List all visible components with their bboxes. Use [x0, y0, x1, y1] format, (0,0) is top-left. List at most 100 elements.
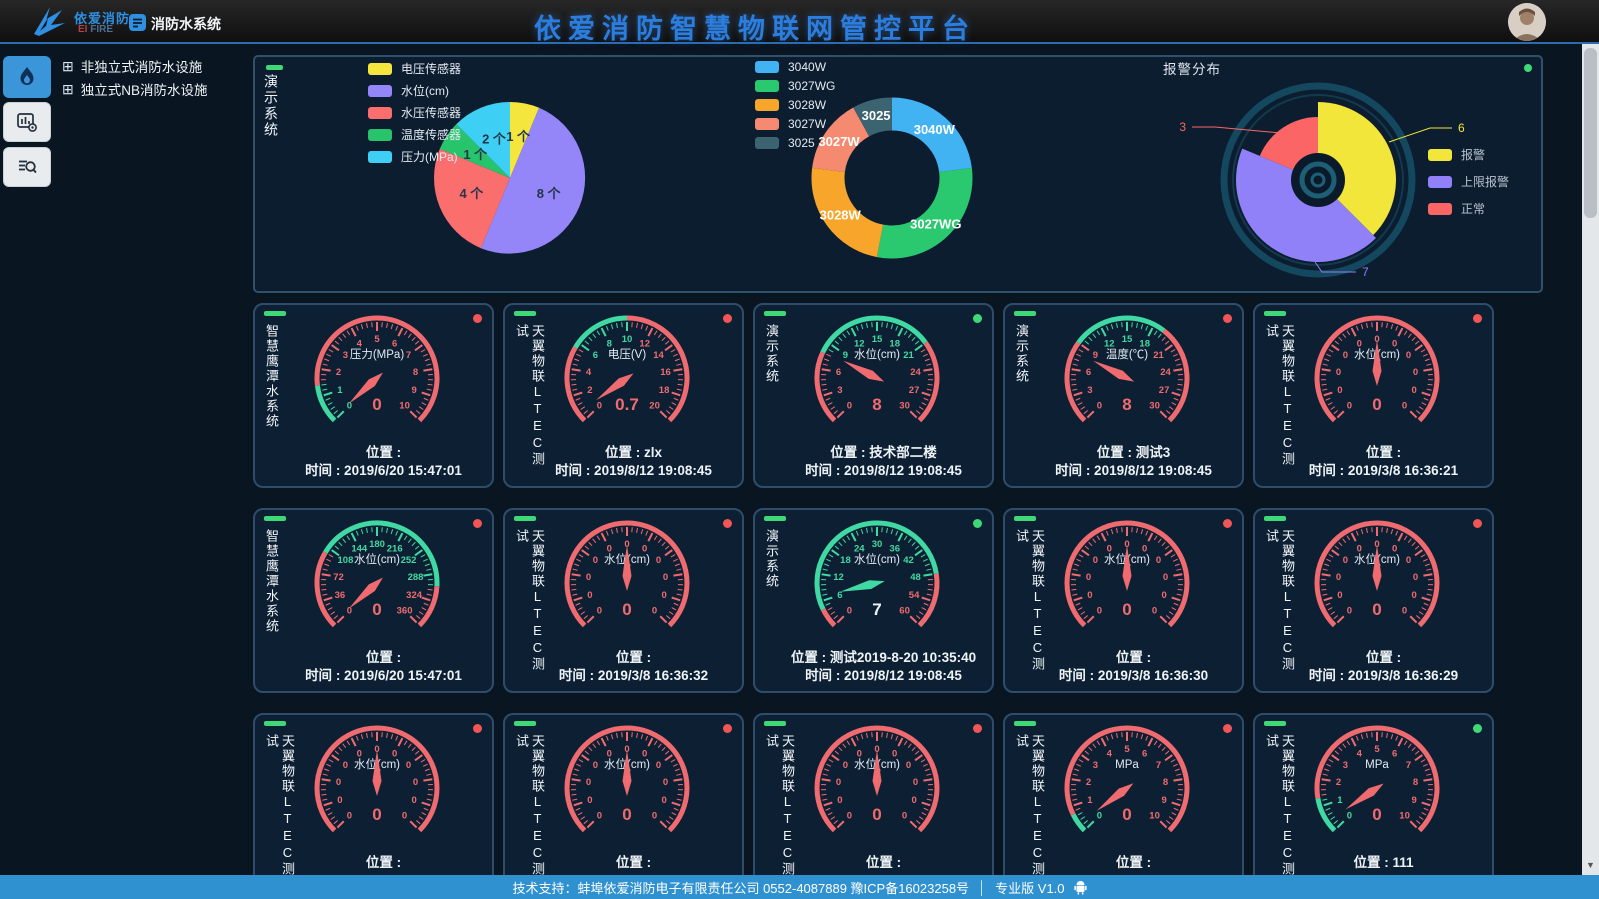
tree-item-2[interactable]: ⊞ 独立式NB消防水设施: [62, 79, 208, 99]
legend-item[interactable]: 上限报警: [1428, 173, 1509, 190]
expand-icon[interactable]: ⊞: [62, 81, 74, 98]
gauge-tick-label: 9: [843, 350, 848, 361]
user-avatar[interactable]: [1508, 3, 1546, 41]
gauge-tick-label: 0: [1107, 543, 1112, 554]
platform-title: 依爱消防智慧物联网管控平台: [420, 7, 1090, 46]
gauge-tick-label: 0: [1411, 590, 1416, 601]
device-card-2[interactable]: 天翼物联LTEC测试02468101214161820电压(V)0.7位置 : …: [503, 303, 744, 488]
device-card-9[interactable]: 天翼物联LTEC测试00000000000水位(cm)0位置 : 时间 : 20…: [1003, 508, 1244, 693]
card-location: 位置 :: [279, 441, 488, 461]
gauge-tick-label: 4: [586, 367, 592, 378]
expand-icon[interactable]: ⊞: [62, 58, 74, 75]
legend-chip: [368, 85, 392, 97]
tree-item-label: 独立式NB消防水设施: [81, 79, 208, 99]
device-card-11[interactable]: 天翼物联LTEC测试00000000000水位(cm)0位置 :: [253, 713, 494, 898]
gauge-title: 压力(MPa): [350, 348, 404, 361]
card-location: 位置 :: [1029, 646, 1238, 666]
legend-item[interactable]: 报警: [1428, 146, 1509, 163]
card-location: 位置 :: [529, 646, 738, 666]
gauge-tick-label: 0: [1413, 572, 1418, 583]
gauge-tick-label: 3: [1093, 760, 1098, 771]
legend-item[interactable]: 3040W: [755, 60, 835, 74]
donut-label: 3025: [862, 108, 891, 123]
gauge-tick-label: 0: [1347, 401, 1352, 412]
gauge-tick-label: 12: [833, 572, 844, 583]
gauge-tick-label: 54: [909, 590, 920, 601]
gauge-tick-label: 0: [597, 606, 602, 617]
legend-item[interactable]: 3025: [755, 136, 835, 150]
rose-legend: 报警上限报警正常: [1428, 146, 1509, 227]
device-card-7[interactable]: 天翼物联LTEC测试00000000000水位(cm)0位置 : 时间 : 20…: [503, 508, 744, 693]
gauge-tick-label: 0: [406, 760, 411, 771]
device-card-1[interactable]: 智慧鹰潭水系统012345678910压力(MPa)0位置 : 时间 : 201…: [253, 303, 494, 488]
device-card-12[interactable]: 天翼物联LTEC测试00000000000水位(cm)0位置 :: [503, 713, 744, 898]
device-card-8[interactable]: 演示系统06121824303642485460水位(cm)7位置 : 测试20…: [753, 508, 994, 693]
legend-item[interactable]: 水压传感器: [368, 104, 461, 121]
device-card-10[interactable]: 天翼物联LTEC测试00000000000水位(cm)0位置 : 时间 : 20…: [1253, 508, 1494, 693]
legend-label: 正常: [1461, 200, 1485, 217]
device-card-6[interactable]: 智慧鹰潭水系统03672108144180216252288324360水位(c…: [253, 508, 494, 693]
panel-accent-dash: [266, 65, 283, 70]
donut-segment-3028W[interactable]: [828, 170, 880, 241]
card-location: 位置 :: [1279, 646, 1488, 666]
header: 依爱消防 EI FIRE 消防水系统 依爱消防智慧物联网管控平台: [0, 0, 1599, 44]
gauge-tick-label: 288: [408, 572, 424, 583]
gauge-value: 0: [1122, 600, 1131, 619]
legend-item[interactable]: 3028W: [755, 98, 835, 112]
gauge-tick-label: 6: [593, 350, 598, 361]
legend-chip: [1428, 203, 1452, 215]
card-time: 时间 : 2019/3/8 16:36:21: [1279, 459, 1488, 479]
device-card-5[interactable]: 天翼物联LTEC测试00000000000水位(cm)0位置 : 时间 : 20…: [1253, 303, 1494, 488]
gauge-tick-label: 6: [1086, 367, 1091, 378]
gauge-tick-label: 2: [587, 385, 592, 396]
sidebar-item-fire[interactable]: [3, 56, 51, 98]
card-location: 位置 : 测试3: [1029, 441, 1238, 461]
legend-chip: [1428, 176, 1452, 188]
sidebar-item-monitor[interactable]: [3, 102, 51, 142]
gauge-value: 0: [622, 805, 631, 824]
gauge-tick-label: 8: [413, 367, 418, 378]
device-card-3[interactable]: 演示系统036912151821242730水位(cm)8位置 : 技术部二楼时…: [753, 303, 994, 488]
footer: 技术支持：蚌埠依爱消防电子有限责任公司 0552-4087889 豫ICP备16…: [0, 875, 1599, 899]
gauge-tick-label: 0: [1163, 572, 1168, 583]
gauge-tick-label: 0: [607, 543, 612, 554]
device-card-13[interactable]: 天翼物联LTEC测试00000000000水位(cm)0位置 :: [753, 713, 994, 898]
device-card-15[interactable]: 天翼物联LTEC测试012345678910MPa0位置 : 111: [1253, 713, 1494, 898]
card-location: 位置 : 技术部二楼: [779, 441, 988, 461]
donut-label: 3028W: [820, 208, 862, 223]
legend-item[interactable]: 正常: [1428, 200, 1509, 217]
legend-item[interactable]: 温度传感器: [368, 126, 461, 143]
legend-chip: [368, 151, 392, 163]
gauge: 012345678910压力(MPa)0: [281, 310, 473, 442]
scrollbar-thumb[interactable]: [1584, 48, 1597, 218]
gauge-tick-label: 21: [1153, 350, 1164, 361]
vertical-scrollbar[interactable]: ▼: [1582, 44, 1599, 875]
brand-subtitle-fire: FIRE: [90, 24, 113, 35]
gauge-tick-label: 0: [1336, 367, 1341, 378]
legend-item[interactable]: 压力(MPa): [368, 148, 461, 165]
gauge-tick-label: 0: [1357, 338, 1362, 349]
gauge-value: 0: [372, 600, 381, 619]
device-card-14[interactable]: 天翼物联LTEC测试012345678910MPa0位置 :: [1003, 713, 1244, 898]
device-card-4[interactable]: 演示系统036912151821242730温度(℃)8位置 : 测试3时间 :…: [1003, 303, 1244, 488]
legend-item[interactable]: 3027W: [755, 117, 835, 131]
gauge-title: MPa: [1115, 759, 1139, 771]
card-time: 时间 : 2019/3/8 16:36:29: [1279, 664, 1488, 684]
gauge-value: 0: [1372, 600, 1381, 619]
tree-item-1[interactable]: ⊞非独立式消防水设施: [62, 56, 202, 76]
footer-version: 专业版 V1.0: [995, 878, 1064, 897]
legend-item[interactable]: 3027WG: [755, 79, 835, 93]
legend-item[interactable]: 水位(cm): [368, 82, 461, 99]
gauge-tick-label: 0: [652, 606, 657, 617]
gauge-tick-label: 0: [597, 401, 602, 412]
sidebar-item-query[interactable]: [3, 147, 51, 187]
gauge-tick-label: 10: [1149, 811, 1160, 822]
legend-item[interactable]: 电压传感器: [368, 60, 461, 77]
scrollbar-down-arrow[interactable]: ▼: [1582, 857, 1599, 873]
gauge-tick-label: 7: [406, 350, 411, 361]
gauge: 03672108144180216252288324360水位(cm)0: [281, 515, 473, 647]
gauge-tick-label: 3: [343, 350, 348, 361]
gauge-needle: [843, 361, 884, 382]
pie-label: 2 个: [482, 131, 507, 146]
legend-chip: [1428, 149, 1452, 161]
